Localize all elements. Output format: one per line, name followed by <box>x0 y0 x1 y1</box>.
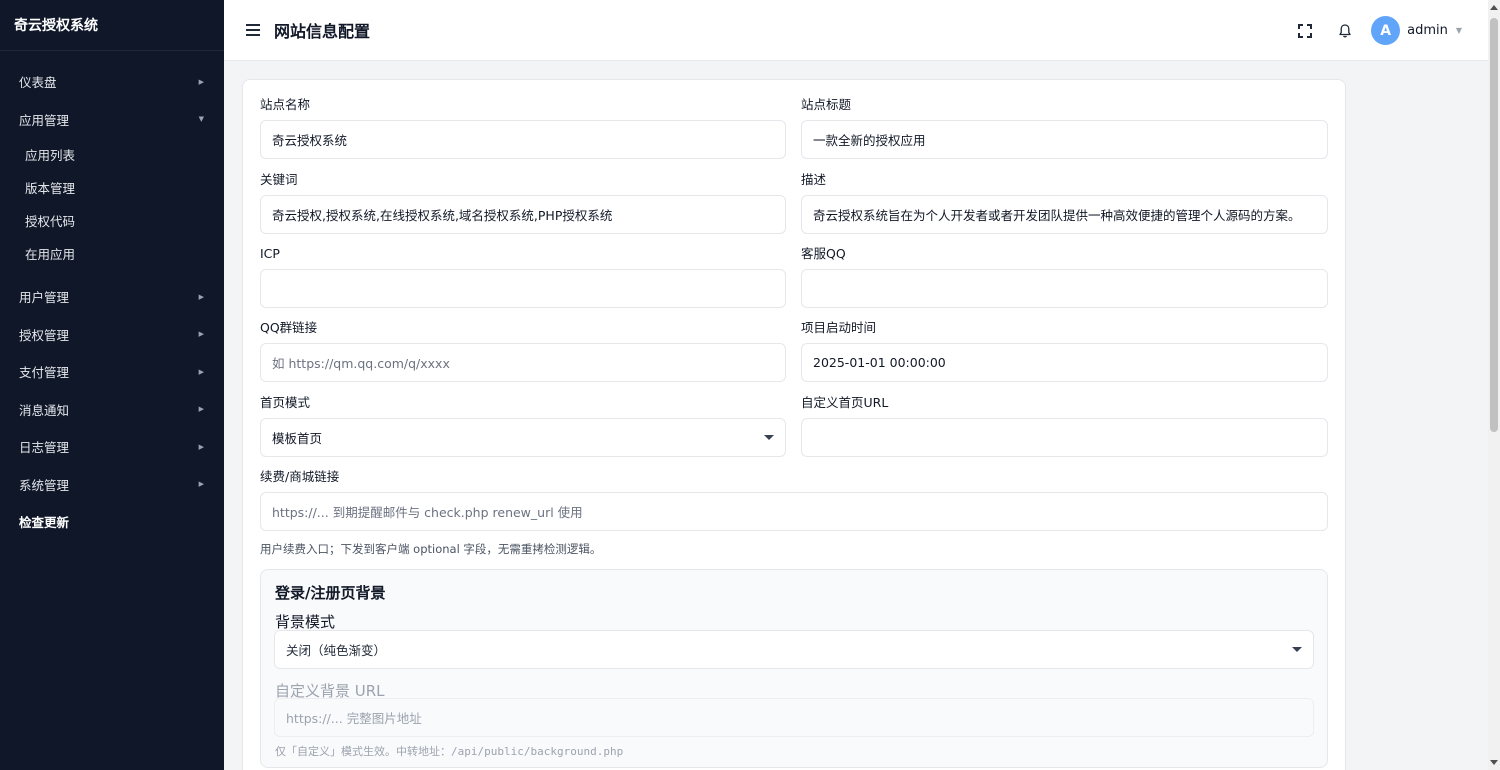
sidebar-item-users[interactable]: 用户管理 ▶ <box>0 278 224 316</box>
chevron-right-icon: ▶ <box>198 405 204 414</box>
page-scrollbar[interactable] <box>1488 0 1500 770</box>
chevron-right-icon: ▶ <box>198 330 204 339</box>
qq-group-field: QQ群链接 如 https://qm.qq.com/q/xxxx <box>260 321 786 382</box>
keywords-input[interactable]: 奇云授权,授权系统,在线授权系统,域名授权系统,PHP授权系统 <box>260 195 786 234</box>
keywords-field: 关键词 奇云授权,授权系统,在线授权系统,域名授权系统,PHP授权系统 <box>260 173 786 234</box>
site-name-input[interactable]: 奇云授权系统 <box>260 120 786 159</box>
caret-down-icon <box>1292 647 1302 652</box>
bell-icon[interactable] <box>1337 23 1353 39</box>
sidebar-item-label: 日志管理 <box>19 440 70 456</box>
header-actions: A admin ▼ <box>1298 0 1488 61</box>
scrollbar-thumb[interactable] <box>1490 18 1498 432</box>
field-label: 自定义首页URL <box>801 395 889 410</box>
sidebar-item-check-update[interactable]: 检查更新 <box>0 503 224 541</box>
panel-title: 登录/注册页背景 <box>275 584 386 602</box>
sidebar-item-label: 授权管理 <box>19 327 70 343</box>
icp-input[interactable] <box>260 269 786 308</box>
chevron-right-icon: ▶ <box>198 77 204 86</box>
description-field: 描述 奇云授权系统旨在为个人开发者或者开发团队提供一种高效便捷的管理个人源码的方… <box>801 173 1328 234</box>
custom-home-url-input[interactable] <box>801 418 1328 457</box>
field-label: 项目启动时间 <box>801 320 877 335</box>
sidebar-item-label: 仪表盘 <box>19 75 57 91</box>
field-label: 描述 <box>801 172 827 187</box>
scroll-down-icon[interactable] <box>1490 760 1498 765</box>
fullscreen-icon[interactable] <box>1298 23 1313 38</box>
sidebar-item-label: 用户管理 <box>19 290 70 306</box>
sidebar-item-app-management[interactable]: 应用管理 ▼ <box>0 101 224 139</box>
field-label: 关键词 <box>260 172 298 187</box>
sidebar-item-dashboard[interactable]: 仪表盘 ▶ <box>0 63 224 101</box>
background-url-input[interactable]: https://... 完整图片地址 <box>274 698 1314 737</box>
top-header: 网站信息配置 A admin ▼ <box>224 0 1488 61</box>
sidebar-item-logs[interactable]: 日志管理 ▶ <box>0 428 224 466</box>
qq-input[interactable] <box>801 269 1328 308</box>
chevron-down-icon: ▼ <box>198 115 204 124</box>
sidebar-subitem-app-list[interactable]: 应用列表 <box>0 138 224 171</box>
renew-link-input[interactable]: https://... 到期提醒邮件与 check.php renew_url … <box>260 492 1328 531</box>
qq-field: 客服QQ <box>801 247 1328 308</box>
background-mode-label: 背景模式 <box>275 613 336 631</box>
background-hint: 仅「自定义」模式生效。中转地址：/api/public/background.p… <box>275 745 624 758</box>
field-label: 首页模式 <box>260 395 311 410</box>
brand-title: 奇云授权系统 <box>0 0 224 51</box>
select-value: 模板首页 <box>272 431 323 446</box>
description-input[interactable]: 奇云授权系统旨在为个人开发者或者开发团队提供一种高效便捷的管理个人源码的方案。 <box>801 195 1328 234</box>
chevron-right-icon: ▶ <box>198 442 204 451</box>
avatar[interactable]: A <box>1371 16 1401 45</box>
background-panel: 登录/注册页背景 背景模式 关闭（纯色渐变） 自定义背景 URL https:/… <box>260 569 1328 768</box>
site-title-input[interactable]: 一款全新的授权应用 <box>801 120 1328 159</box>
background-mode-select[interactable]: 关闭（纯色渐变） <box>274 630 1314 669</box>
field-label: ICP <box>260 246 280 261</box>
renew-hint: 用户续费入口；下发到客户端 optional 字段，无需重拷检测逻辑。 <box>260 542 602 556</box>
sidebar-item-label: 系统管理 <box>19 477 70 493</box>
menu-icon[interactable] <box>246 24 262 36</box>
sidebar-subitem-version[interactable]: 版本管理 <box>0 171 224 204</box>
sidebar: 奇云授权系统 仪表盘 ▶ 应用管理 ▼ 应用列表 版本管理 授权代码 在用应用 … <box>0 0 224 770</box>
sidebar-item-auth[interactable]: 授权管理 ▶ <box>0 316 224 354</box>
page-title: 网站信息配置 <box>274 22 371 41</box>
home-mode-field: 首页模式 模板首页 <box>260 396 786 457</box>
sidebar-item-system[interactable]: 系统管理 ▶ <box>0 466 224 504</box>
sidebar-item-label: 应用管理 <box>19 112 70 128</box>
sidebar-subitem-auth-code[interactable]: 授权代码 <box>0 204 224 237</box>
home-mode-select[interactable]: 模板首页 <box>260 418 786 457</box>
chevron-down-icon[interactable]: ▼ <box>1456 26 1462 35</box>
settings-card: 站点名称 奇云授权系统 站点标题 一款全新的授权应用 关键词 奇云授权,授权系统… <box>242 79 1346 770</box>
sidebar-item-payment[interactable]: 支付管理 ▶ <box>0 353 224 391</box>
start-time-field: 项目启动时间 2025-01-01 00:00:00 <box>801 321 1328 382</box>
chevron-right-icon: ▶ <box>198 367 204 376</box>
sidebar-subitem-active-apps[interactable]: 在用应用 <box>0 237 224 270</box>
renew-link-field: 续费/商城链接 https://... 到期提醒邮件与 check.php re… <box>260 470 1328 531</box>
icp-field: ICP <box>260 247 786 308</box>
sidebar-nav: 仪表盘 ▶ 应用管理 ▼ 应用列表 版本管理 授权代码 在用应用 用户管理 ▶ … <box>0 51 224 541</box>
field-label: 续费/商城链接 <box>260 469 340 484</box>
username[interactable]: admin <box>1407 23 1448 38</box>
sidebar-item-label: 检查更新 <box>19 515 70 531</box>
scroll-up-icon[interactable] <box>1490 5 1498 10</box>
qq-group-input[interactable]: 如 https://qm.qq.com/q/xxxx <box>260 343 786 382</box>
field-label: QQ群链接 <box>260 320 318 335</box>
site-name-field: 站点名称 奇云授权系统 <box>260 98 786 159</box>
site-title-field: 站点标题 一款全新的授权应用 <box>801 98 1328 159</box>
field-label: 站点名称 <box>260 97 311 112</box>
sidebar-item-notifications[interactable]: 消息通知 ▶ <box>0 391 224 429</box>
chevron-right-icon: ▶ <box>198 292 204 301</box>
caret-down-icon <box>764 435 774 440</box>
sidebar-submenu: 应用列表 版本管理 授权代码 在用应用 <box>0 138 224 278</box>
sidebar-item-label: 支付管理 <box>19 365 70 381</box>
custom-home-url-field: 自定义首页URL <box>801 396 1328 457</box>
start-time-input[interactable]: 2025-01-01 00:00:00 <box>801 343 1328 382</box>
select-value: 关闭（纯色渐变） <box>286 643 387 658</box>
chevron-right-icon: ▶ <box>198 480 204 489</box>
field-label: 客服QQ <box>801 246 846 261</box>
sidebar-item-label: 消息通知 <box>19 402 70 418</box>
field-label: 站点标题 <box>801 97 852 112</box>
